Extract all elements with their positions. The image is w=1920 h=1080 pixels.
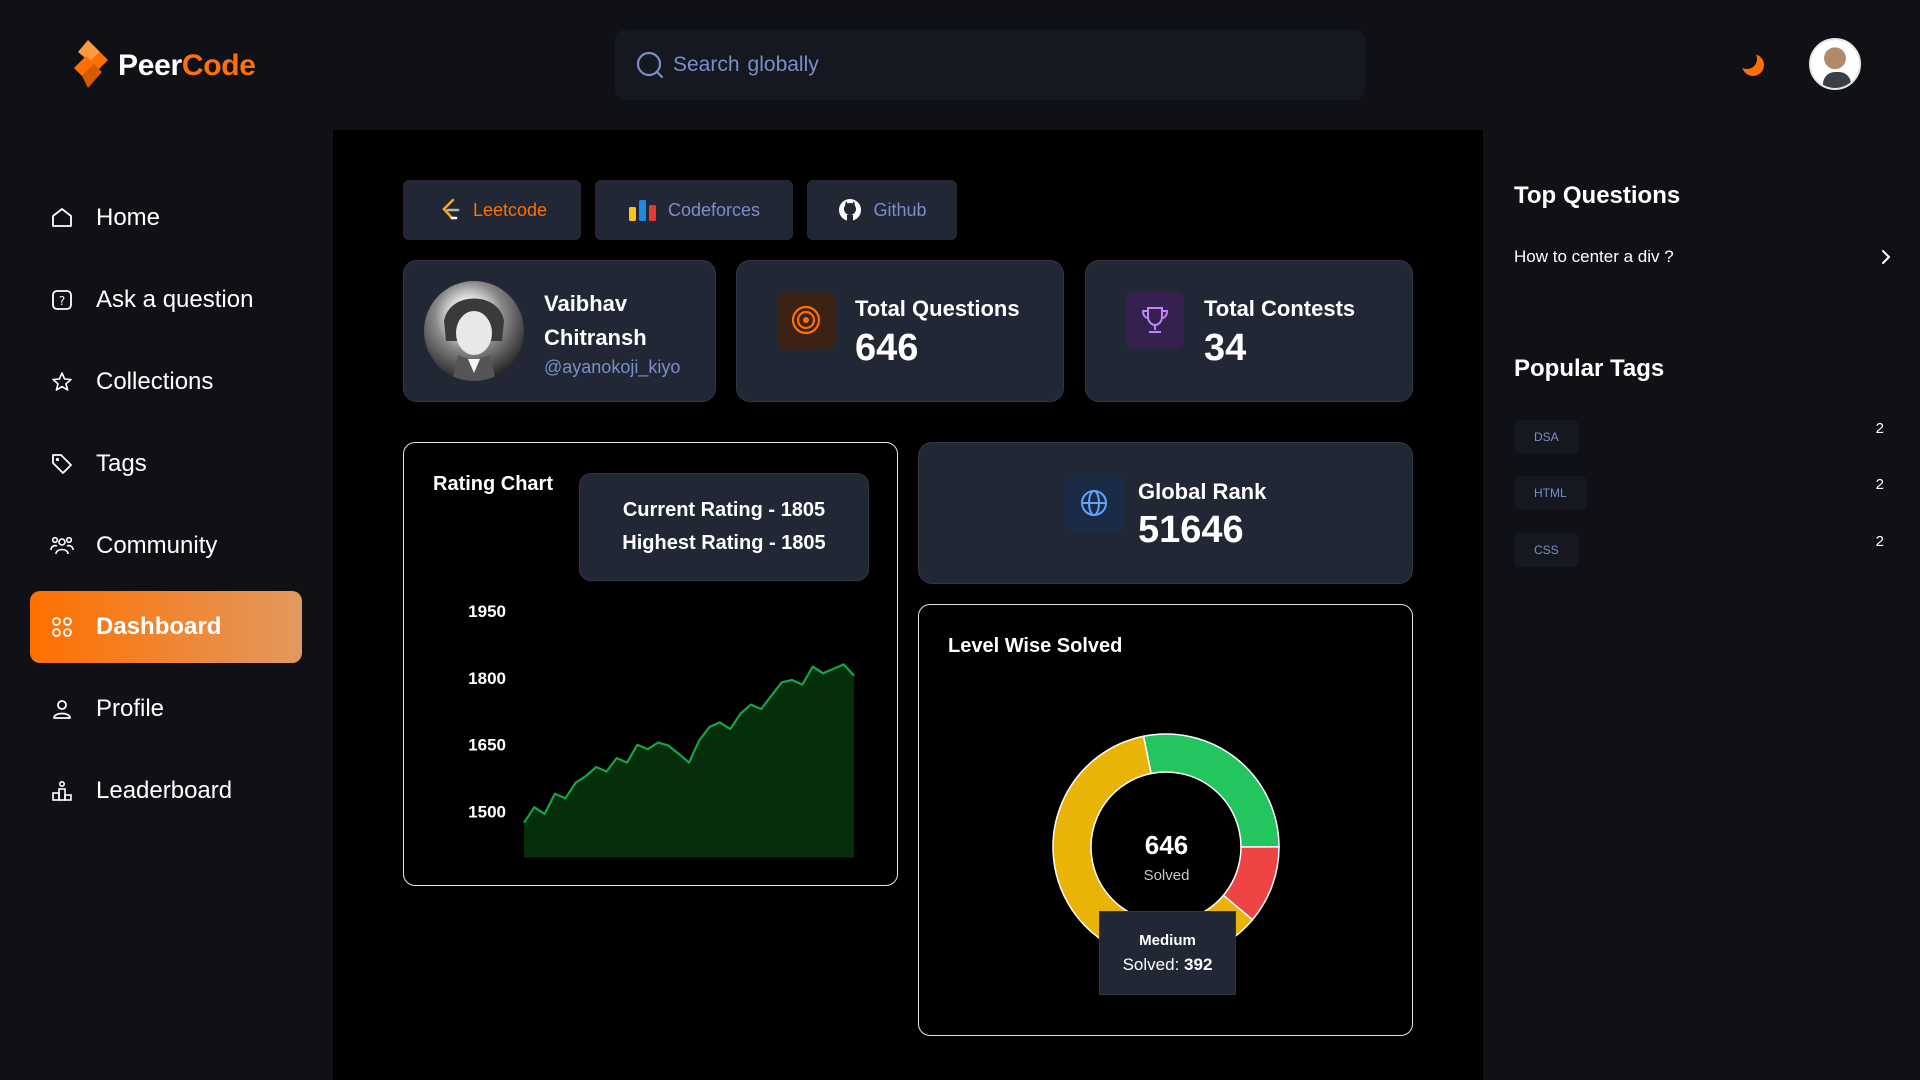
sidebar-item-leaderboard[interactable]: Leaderboard	[30, 755, 302, 827]
donut-label: Solved	[1143, 867, 1190, 884]
profile-last-name: Chitransh	[544, 325, 647, 350]
sidebar-item-label: Home	[96, 204, 161, 231]
tag-count: 2	[1875, 476, 1884, 493]
top-questions-heading: Top Questions	[1514, 182, 1681, 209]
donut-total: 646	[1144, 830, 1189, 860]
tag-pill-css[interactable]: CSS	[1514, 533, 1579, 567]
sidebar-item-profile[interactable]: Profile	[30, 673, 302, 745]
moon-icon[interactable]	[1738, 50, 1768, 80]
profile-card: Vaibhav Chitransh @ayanokoji_kiyo	[403, 260, 716, 402]
top-bar: PeerCode Search globally	[0, 0, 1920, 130]
profile-handle[interactable]: @ayanokoji_kiyo	[544, 357, 680, 378]
tab-github[interactable]: Github	[807, 180, 957, 240]
tab-label: Leetcode	[472, 199, 548, 220]
home-icon	[52, 208, 72, 227]
logo[interactable]: PeerCode	[68, 38, 256, 94]
global-search[interactable]: Search globally	[615, 30, 1365, 100]
podium-icon	[52, 780, 72, 801]
chevron-right-icon	[1882, 250, 1890, 264]
question-icon: ?	[52, 290, 72, 310]
rating-chart-title: Rating Chart	[433, 473, 553, 495]
stat-value: 34	[1204, 327, 1247, 369]
tag-count: 2	[1875, 533, 1884, 550]
tooltip-value: 392	[1184, 954, 1213, 974]
tooltip-prefix: Solved:	[1122, 954, 1180, 974]
rating-chart-card: Rating Chart Current Rating - 1805 Highe…	[403, 442, 898, 886]
profile-name: Vaibhav Chitransh	[544, 287, 704, 355]
tag-pill-html[interactable]: HTML	[1514, 476, 1587, 510]
search-icon	[636, 51, 664, 79]
sidebar-item-dashboard[interactable]: Dashboard	[30, 591, 302, 663]
tag-count: 2	[1875, 420, 1884, 437]
y-tick-label: 1500	[468, 803, 506, 822]
sidebar-item-label: Profile	[96, 695, 165, 722]
target-icon	[777, 291, 835, 349]
sidebar-item-label: Community	[96, 532, 218, 559]
user-icon	[53, 700, 71, 719]
svg-text:?: ?	[59, 294, 65, 308]
tag-icon	[52, 454, 72, 474]
logo-text-peer: Peer	[118, 49, 182, 82]
right-sidebar: Top Questions How to center a div ? Popu…	[1483, 130, 1920, 1080]
tab-label: Codeforces	[667, 199, 761, 220]
rating-summary: Current Rating - 1805 Highest Rating - 1…	[579, 473, 869, 581]
logo-text-code: Code	[181, 49, 256, 82]
popular-tags-heading: Popular Tags	[1514, 355, 1665, 382]
sidebar-item-label: Tags	[96, 450, 147, 477]
current-rating: Current Rating - 1805	[622, 499, 826, 521]
rank-value: 51646	[1138, 509, 1244, 551]
search-placeholder[interactable]: globally	[748, 53, 819, 77]
search-prefix: Search	[673, 53, 740, 76]
tooltip-body: Solved: 392	[1123, 955, 1213, 975]
profile-first-name: Vaibhav	[544, 291, 628, 316]
y-tick-label: 1800	[468, 669, 506, 688]
tooltip-title: Medium	[1139, 931, 1196, 949]
user-avatar[interactable]	[1809, 38, 1861, 90]
dashboard-main: Leetcode Codeforces Github Vaibhav Chitr…	[333, 130, 1483, 1080]
dashboard-icon	[52, 617, 72, 637]
y-tick-label: 1650	[468, 736, 506, 755]
question-item[interactable]: How to center a div ?	[1514, 242, 1894, 272]
stat-label: Total Contests	[1204, 296, 1356, 321]
highest-rating: Highest Rating - 1805	[622, 532, 826, 554]
leetcode-icon	[442, 198, 460, 220]
sidebar-item-community[interactable]: Community	[30, 510, 302, 582]
tag-row: DSA 2	[1514, 420, 1884, 454]
chart-tooltip: Medium Solved: 392	[1099, 911, 1236, 995]
total-questions-card: Total Questions 646	[736, 260, 1064, 402]
sidebar-item-home[interactable]: Home	[30, 182, 302, 254]
trophy-icon	[1126, 291, 1184, 349]
y-tick-label: 1950	[468, 602, 506, 621]
sidebar-item-tags[interactable]: Tags	[30, 428, 302, 500]
stat-value: 646	[855, 327, 919, 369]
level-wise-card: Level Wise Solved 646 Solved Medium Solv…	[918, 604, 1413, 1036]
question-text: How to center a div ?	[1514, 247, 1674, 266]
star-icon	[52, 372, 72, 391]
sidebar-item-label: Leaderboard	[96, 777, 233, 804]
rank-label: Global Rank	[1138, 479, 1267, 504]
left-sidebar: Home ? Ask a question Collections Tags C…	[0, 130, 333, 1080]
sidebar-item-collections[interactable]: Collections	[30, 346, 302, 418]
tab-leetcode[interactable]: Leetcode	[403, 180, 581, 240]
total-contests-card: Total Contests 34	[1085, 260, 1413, 402]
github-icon	[839, 199, 862, 221]
rating-chart: 1500 1650 1800 1950	[468, 602, 855, 858]
stat-label: Total Questions	[855, 296, 1020, 321]
globe-icon	[1064, 473, 1124, 533]
community-icon	[50, 536, 74, 555]
sidebar-item-ask-question[interactable]: ? Ask a question	[30, 264, 302, 336]
sidebar-item-label: Dashboard	[96, 613, 222, 640]
logo-icon	[74, 40, 108, 88]
global-rank-card: Global Rank 51646	[918, 442, 1413, 584]
profile-avatar	[424, 281, 524, 381]
codeforces-icon	[628, 200, 656, 221]
tab-codeforces[interactable]: Codeforces	[595, 180, 793, 240]
sidebar-item-label: Ask a question	[96, 286, 254, 313]
tag-row: CSS 2	[1514, 533, 1884, 567]
tab-label: Github	[873, 199, 927, 220]
tag-pill-dsa[interactable]: DSA	[1514, 420, 1579, 454]
sidebar-item-label: Collections	[96, 368, 214, 395]
tag-row: HTML 2	[1514, 476, 1884, 510]
